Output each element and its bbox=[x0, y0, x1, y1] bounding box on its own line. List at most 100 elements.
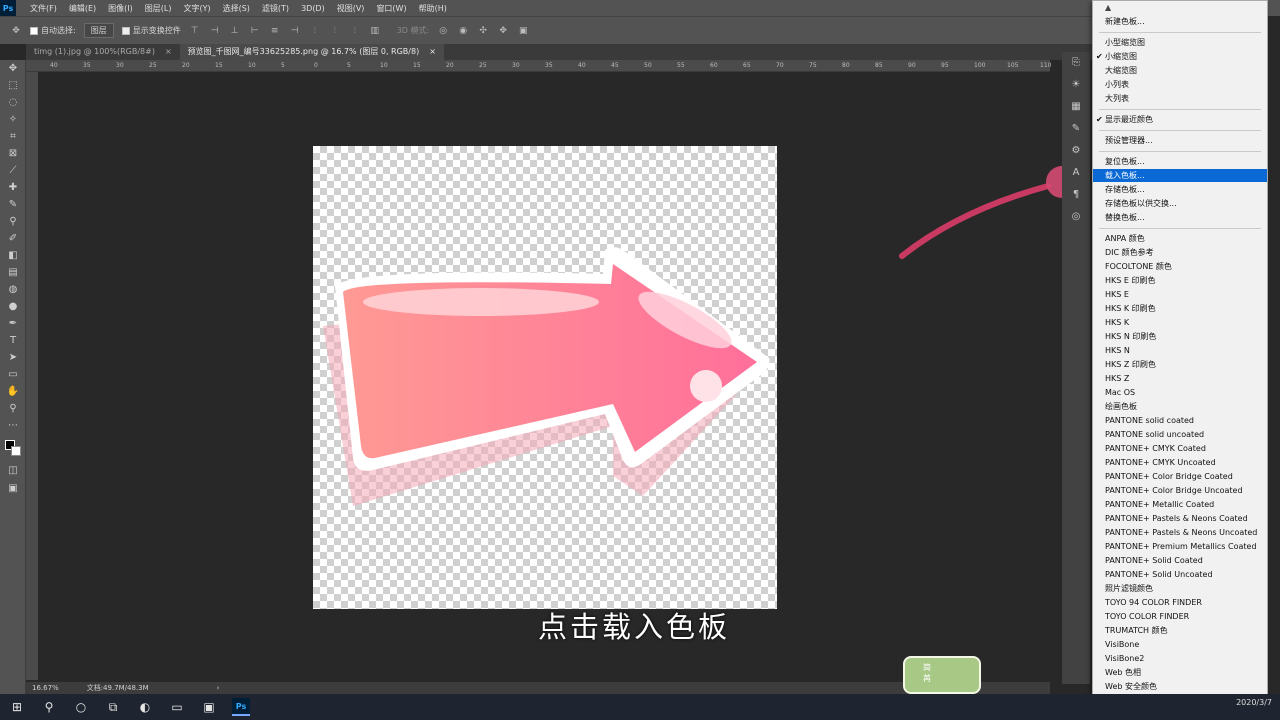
checkbox-box[interactable] bbox=[30, 26, 38, 35]
3d-orbit-icon[interactable]: ◎ bbox=[437, 26, 449, 36]
align-center-icon[interactable]: ≡ bbox=[269, 26, 281, 36]
menu-item[interactable]: HKS K 印刷色 bbox=[1093, 302, 1267, 315]
brush-tool-icon[interactable]: ✎ bbox=[0, 196, 26, 213]
browser-icon[interactable]: ◐ bbox=[136, 698, 154, 716]
distribute-h-icon[interactable]: ⫶ bbox=[329, 26, 341, 36]
menu-item[interactable]: PANTONE solid coated bbox=[1093, 414, 1267, 427]
layers-icon[interactable]: ◎ bbox=[1062, 206, 1090, 228]
screen-mode-icon[interactable]: ▣ bbox=[0, 480, 26, 497]
dodge-tool-icon[interactable]: ● bbox=[0, 298, 26, 315]
magic-wand-icon[interactable]: ✧ bbox=[0, 111, 26, 128]
path-select-icon[interactable]: ➤ bbox=[0, 349, 26, 366]
frame-tool-icon[interactable]: ⊠ bbox=[0, 145, 26, 162]
menu-item[interactable]: PANTONE+ Pastels & Neons Uncoated bbox=[1093, 526, 1267, 539]
3d-pan-icon[interactable]: ✣ bbox=[477, 26, 489, 36]
menu-select[interactable]: 选择(S) bbox=[223, 3, 250, 14]
menu-item[interactable]: TRUMATCH 颜色 bbox=[1093, 624, 1267, 637]
lasso-tool-icon[interactable]: ◌ bbox=[0, 94, 26, 111]
align-middle-icon[interactable]: ⊣ bbox=[209, 26, 221, 36]
menu-item[interactable]: 存储色板以供交换... bbox=[1093, 197, 1267, 210]
menu-item[interactable]: HKS Z bbox=[1093, 372, 1267, 385]
tab-preview[interactable]: 预览图_千图网_编号33625285.png @ 16.7% (图层 0, RG… bbox=[179, 44, 444, 60]
menu-edit[interactable]: 编辑(E) bbox=[69, 3, 96, 14]
healing-brush-icon[interactable]: ✚ bbox=[0, 179, 26, 196]
photoshop-taskbar-icon[interactable]: Ps bbox=[232, 698, 250, 716]
menu-item[interactable]: ✔ 小缩览图 bbox=[1093, 50, 1267, 63]
menu-item[interactable]: 预设管理器... bbox=[1093, 134, 1267, 147]
align-left-icon[interactable]: ⊢ bbox=[249, 26, 261, 36]
menu-item[interactable]: DIC 颜色参考 bbox=[1093, 246, 1267, 259]
menu-item[interactable]: Web 安全颜色 bbox=[1093, 680, 1267, 693]
menu-item[interactable]: HKS K bbox=[1093, 316, 1267, 329]
menu-item[interactable]: PANTONE+ Pastels & Neons Coated bbox=[1093, 512, 1267, 525]
windows-start-icon[interactable]: ⊞ bbox=[8, 698, 26, 716]
blur-tool-icon[interactable]: ◍ bbox=[0, 281, 26, 298]
menu-item[interactable]: Mac OS bbox=[1093, 386, 1267, 399]
menu-view[interactable]: 视图(V) bbox=[337, 3, 365, 14]
tab-timg[interactable]: timg (1).jpg @ 100%(RGB/8#) × bbox=[26, 44, 180, 60]
folder-icon[interactable]: ▭ bbox=[168, 698, 186, 716]
menu-item[interactable]: PANTONE+ Color Bridge Coated bbox=[1093, 470, 1267, 483]
task-view-icon[interactable]: ⧉ bbox=[104, 698, 122, 716]
histogram-icon[interactable]: ▦ bbox=[1062, 96, 1090, 118]
more-tools-icon[interactable]: ⋯ bbox=[0, 417, 26, 434]
auto-select-dropdown[interactable]: 图层 bbox=[83, 23, 114, 38]
paragraph-icon[interactable]: ¶ bbox=[1062, 184, 1090, 206]
menu-item[interactable]: 大缩览图 bbox=[1093, 64, 1267, 77]
menu-item[interactable]: VisiBone2 bbox=[1093, 652, 1267, 665]
history-brush-icon[interactable]: ✐ bbox=[0, 230, 26, 247]
menu-window[interactable]: 窗口(W) bbox=[376, 3, 406, 14]
menu-item[interactable]: 复位色板... bbox=[1093, 155, 1267, 168]
menu-item[interactable]: 新建色板... bbox=[1093, 15, 1267, 28]
menu-type[interactable]: 文字(Y) bbox=[183, 3, 210, 14]
menu-item[interactable]: PANTONE solid uncoated bbox=[1093, 428, 1267, 441]
menu-item[interactable]: PANTONE+ Solid Coated bbox=[1093, 554, 1267, 567]
menu-3d[interactable]: 3D(D) bbox=[301, 4, 325, 13]
align-top-icon[interactable]: ⊤ bbox=[189, 26, 201, 36]
swatches-icon[interactable]: A bbox=[1062, 162, 1090, 184]
menu-item[interactable]: HKS Z 印刷色 bbox=[1093, 358, 1267, 371]
menu-layer[interactable]: 图层(L) bbox=[145, 3, 172, 14]
align-right-icon[interactable]: ⊣ bbox=[289, 26, 301, 36]
close-icon[interactable]: × bbox=[165, 44, 172, 60]
menu-help[interactable]: 帮助(H) bbox=[419, 3, 447, 14]
align-bottom-icon[interactable]: ⊥ bbox=[229, 26, 241, 36]
auto-align-icon[interactable]: ▥ bbox=[369, 26, 381, 36]
history-icon[interactable]: ⎘ bbox=[1062, 52, 1090, 74]
menu-item[interactable]: ANPA 颜色 bbox=[1093, 232, 1267, 245]
type-tool-icon[interactable]: T bbox=[0, 332, 26, 349]
distribute-icon[interactable]: ⫶ bbox=[309, 26, 321, 36]
distribute-v-icon[interactable]: ⫶ bbox=[349, 26, 361, 36]
crop-tool-icon[interactable]: ⌗ bbox=[0, 128, 26, 145]
menu-item[interactable]: 小列表 bbox=[1093, 78, 1267, 91]
menu-item[interactable]: 绘画色板 bbox=[1093, 400, 1267, 413]
scroll-up-icon[interactable]: ▲ bbox=[1105, 3, 1111, 12]
menu-item[interactable]: Web 色相 bbox=[1093, 666, 1267, 679]
menu-item[interactable]: HKS E bbox=[1093, 288, 1267, 301]
clock-date[interactable]: 2020/3/7 bbox=[1236, 698, 1272, 707]
menu-item[interactable]: PANTONE+ Premium Metallics Coated bbox=[1093, 540, 1267, 553]
menu-filter[interactable]: 滤镜(T) bbox=[262, 3, 289, 14]
ruler-horizontal[interactable]: 40 35 30 25 20 15 10 5 0 5 10 15 20 25 30 35 40 45 50 55 60 6… bbox=[26, 60, 1051, 72]
menu-item[interactable]: HKS N 印刷色 bbox=[1093, 330, 1267, 343]
marquee-tool-icon[interactable]: ⬚ bbox=[0, 77, 26, 94]
pen-tool-icon[interactable]: ✒ bbox=[0, 315, 26, 332]
menu-image[interactable]: 图像(I) bbox=[108, 3, 133, 14]
3d-roll-icon[interactable]: ◉ bbox=[457, 26, 469, 36]
menu-item[interactable]: HKS E 印刷色 bbox=[1093, 274, 1267, 287]
checkbox-box[interactable] bbox=[121, 26, 130, 35]
menu-item[interactable]: PANTONE+ Color Bridge Uncoated bbox=[1093, 484, 1267, 497]
menu-item[interactable]: 载入色板... bbox=[1093, 169, 1267, 182]
background-color-swatch[interactable] bbox=[11, 446, 21, 456]
menu-item[interactable]: TOYO 94 COLOR FINDER bbox=[1093, 596, 1267, 609]
menu-item[interactable]: PANTONE+ Solid Uncoated bbox=[1093, 568, 1267, 581]
app-icon[interactable]: ▣ bbox=[200, 698, 218, 716]
menu-item[interactable]: PANTONE+ CMYK Coated bbox=[1093, 442, 1267, 455]
menu-item[interactable]: FOCOLTONE 颜色 bbox=[1093, 260, 1267, 273]
close-icon[interactable]: × bbox=[429, 44, 436, 60]
shape-tool-icon[interactable]: ▭ bbox=[0, 366, 26, 383]
search-icon[interactable]: ⚲ bbox=[40, 698, 58, 716]
menu-item[interactable]: 照片滤镜颜色 bbox=[1093, 582, 1267, 595]
move-tool-icon[interactable]: ✥ bbox=[10, 26, 22, 36]
adjustments-icon[interactable]: ☀ bbox=[1062, 74, 1090, 96]
